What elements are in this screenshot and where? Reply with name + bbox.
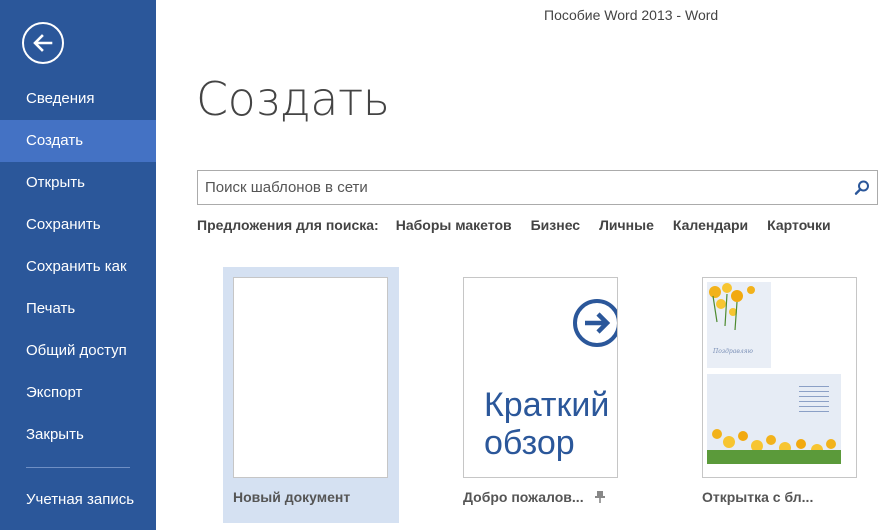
template-search-input[interactable] [198,171,838,204]
template-welcome-tour[interactable]: Краткий обзор Добро пожалов... [453,267,629,523]
nav-item-open[interactable]: Открыть [0,162,156,204]
card-front-image: Поздравляю [707,282,771,368]
back-button[interactable] [22,22,64,64]
suggestion-link-business[interactable]: Бизнес [531,217,580,237]
nav-item-print[interactable]: Печать [0,288,156,330]
backstage-sidebar: Сведения Создать Открыть Сохранить Сохра… [0,0,156,530]
card-inside-image [707,374,841,464]
template-blank-document[interactable]: Новый документ [223,267,399,523]
template-thumbnail: Поздравляю [702,277,857,478]
card-script-text: Поздравляю [713,348,753,355]
template-name: Открытка с бл... [702,489,814,505]
suggestion-link-personal[interactable]: Личные [599,217,654,237]
backstage-nav: Сведения Создать Открыть Сохранить Сохра… [0,78,156,456]
arrow-right-circle-icon [573,299,617,347]
nav-item-save-as[interactable]: Сохранить как [0,246,156,288]
nav-item-info[interactable]: Сведения [0,78,156,120]
template-thumbnail: Краткий обзор [463,277,618,478]
nav-divider [26,467,130,468]
suggestion-link-cards[interactable]: Карточки [767,217,831,237]
template-name: Новый документ [233,489,351,505]
page-title: Создать [196,72,390,126]
nav-item-export[interactable]: Экспорт [0,372,156,414]
search-suggestions: Предложения для поиска: Наборы макетов Б… [197,217,850,237]
window-title: Пособие Word 2013 - Word [544,7,719,23]
nav-item-save[interactable]: Сохранить [0,204,156,246]
template-greeting-card[interactable]: Поздравляю Открытка с бл... [692,267,868,523]
pin-icon[interactable] [595,491,605,503]
template-thumbnail [233,277,388,478]
back-arrow-icon [33,34,53,52]
nav-item-account[interactable]: Учетная запись [0,479,156,521]
suggestion-link-calendars[interactable]: Календари [673,217,748,237]
template-name: Добро пожалов... [463,489,584,505]
search-icon[interactable] [853,179,871,197]
nav-item-new[interactable]: Создать [0,120,156,162]
suggestions-label: Предложения для поиска: [197,217,379,233]
template-search-box [197,170,878,205]
nav-item-close[interactable]: Закрыть [0,414,156,456]
template-thumb-text: Краткий обзор [484,386,610,462]
nav-item-share[interactable]: Общий доступ [0,330,156,372]
suggestion-link-layout-sets[interactable]: Наборы макетов [396,217,512,237]
